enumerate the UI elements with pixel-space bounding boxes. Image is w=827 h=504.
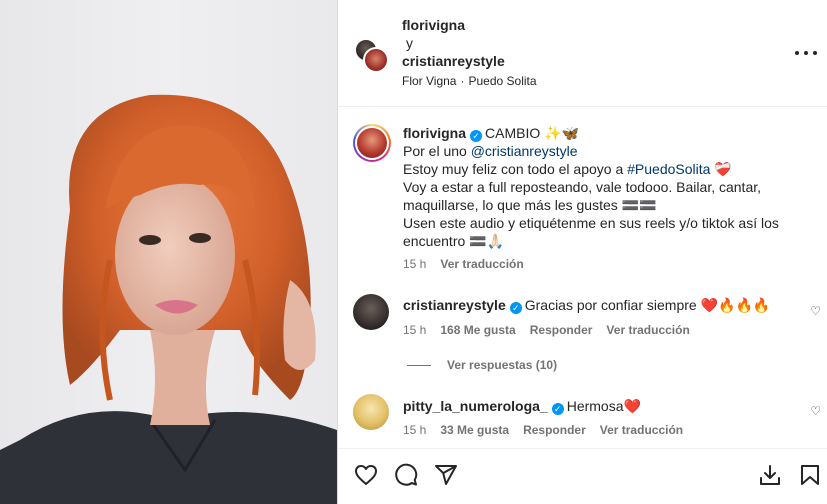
caption-text: florivigna ✓ CAMBIO ✨🦋 Por el uno @cristia… — [403, 124, 813, 250]
caption-line-1: CAMBIO ✨🦋 — [485, 125, 579, 141]
view-replies-label: Ver respuestas (10) — [447, 358, 558, 372]
download-icon[interactable] — [758, 463, 782, 487]
collab-avatars[interactable] — [354, 38, 390, 74]
audio-info: Flor Vigna · Puedo Solita — [402, 72, 537, 90]
header-conjunction: y — [406, 35, 413, 51]
header-username-2[interactable]: cristianreystyle — [402, 52, 537, 70]
comment-1-reply[interactable]: Responder — [530, 323, 593, 337]
comment-2-meta: 15 h 33 Me gusta Responder Ver traducción — [403, 423, 697, 437]
verified-badge-icon: ✓ — [470, 130, 483, 142]
comment-2-translate[interactable]: Ver traducción — [600, 423, 683, 437]
heart-icon[interactable] — [354, 463, 378, 487]
comment-1-translate[interactable]: Ver traducción — [606, 323, 689, 337]
hashtag-link[interactable]: #PuedoSolita — [627, 161, 710, 177]
post-panel: florivigna y cristianreystyle Flor Vigna… — [338, 0, 827, 504]
caption-line-3-pre: Estoy muy feliz con todo el apoyo a — [403, 161, 628, 177]
mention-link[interactable]: @cristianreystyle — [471, 143, 578, 159]
header-text: florivigna y cristianreystyle Flor Vigna… — [402, 16, 537, 90]
comment-2-username[interactable]: pitty_la_numerologa_ — [403, 398, 548, 414]
verified-badge-icon: ✓ — [509, 302, 522, 314]
portrait-illustration — [0, 94, 337, 504]
comment-icon[interactable] — [394, 463, 418, 487]
action-bar — [338, 448, 827, 504]
comment-1-username[interactable]: cristianreystyle — [403, 297, 506, 313]
comment-1-likes[interactable]: 168 Me gusta — [440, 323, 515, 337]
audio-song[interactable]: Puedo Solita — [468, 74, 536, 88]
verified-badge-icon: ✓ — [551, 403, 564, 415]
caption-line-4: Voy a estar a full reposteando, vale tod… — [403, 179, 762, 213]
comment-2-like-icon[interactable]: ♡ — [810, 404, 821, 418]
comments-section: florivigna ✓ CAMBIO ✨🦋 Por el uno @cristia… — [338, 108, 827, 448]
caption-line-5: Usen este audio y etiquétenme en sus ree… — [403, 215, 779, 249]
audio-separator: · — [460, 74, 465, 88]
caption-username[interactable]: florivigna — [403, 125, 466, 141]
replies-line — [407, 364, 431, 366]
comment-avatar-cristianreystyle[interactable] — [353, 294, 389, 330]
send-icon[interactable] — [434, 463, 458, 487]
comment-2-reply[interactable]: Responder — [523, 423, 586, 437]
comment-1: cristianreystyle ✓ Gracias por confiar sie… — [403, 296, 793, 314]
comment-1-time[interactable]: 15 h — [403, 323, 426, 337]
caption-meta: 15 h Ver traducción — [403, 257, 538, 271]
caption-line-2-pre: Por el uno — [403, 143, 471, 159]
post-header: florivigna y cristianreystyle Flor Vigna… — [338, 0, 827, 107]
comment-1-like-icon[interactable]: ♡ — [810, 304, 821, 318]
more-options-icon[interactable] — [795, 44, 817, 62]
comment-2-time[interactable]: 15 h — [403, 423, 426, 437]
caption-translate[interactable]: Ver traducción — [440, 257, 523, 271]
comment-2-text: Hermosa❤️ — [566, 398, 641, 414]
audio-artist[interactable]: Flor Vigna — [402, 74, 456, 88]
caption-time[interactable]: 15 h — [403, 257, 426, 271]
comment-avatar-pitty[interactable] — [353, 394, 389, 430]
comment-2: pitty_la_numerologa_ ✓ Hermosa❤️ — [403, 397, 793, 415]
comment-2-likes[interactable]: 33 Me gusta — [440, 423, 509, 437]
comment-1-meta: 15 h 168 Me gusta Responder Ver traducción — [403, 323, 704, 337]
view-replies-button[interactable]: Ver respuestas (10) — [407, 358, 557, 372]
comment-1-text: Gracias por confiar siempre ❤️🔥🔥🔥 — [524, 297, 771, 313]
header-username-1[interactable]: florivigna — [402, 16, 537, 34]
avatar-florivigna[interactable] — [363, 47, 389, 73]
caption-line-3-post: ❤️‍🩹 — [710, 161, 732, 177]
bookmark-icon[interactable] — [798, 463, 822, 487]
post-image — [0, 0, 337, 504]
caption-avatar[interactable] — [353, 124, 391, 162]
